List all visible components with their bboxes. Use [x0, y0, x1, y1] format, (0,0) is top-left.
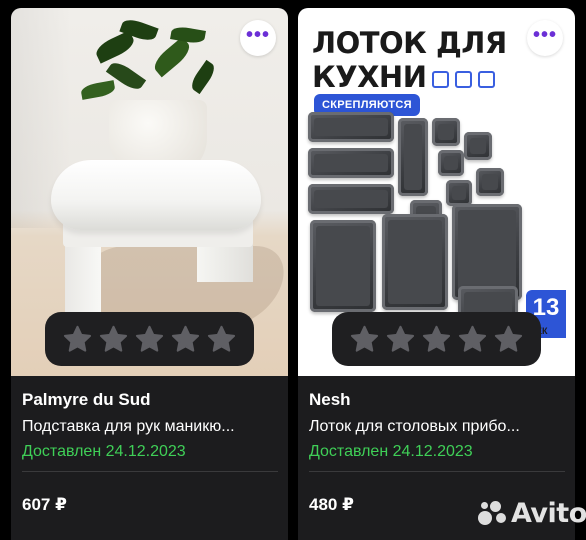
square-icon [478, 70, 496, 88]
star-icon[interactable] [98, 324, 129, 355]
delivery-status: Доставлен 24.12.2023 [309, 443, 473, 460]
star-icon[interactable] [385, 324, 416, 355]
more-dots-icon: ••• [532, 24, 557, 46]
tray [432, 118, 460, 146]
avito-wordmark: Avito [511, 498, 586, 529]
star-icon[interactable] [349, 324, 380, 355]
rating-stars[interactable] [332, 312, 541, 366]
tray [308, 112, 394, 142]
more-options-button[interactable]: ••• [240, 20, 276, 56]
plant-leaf [150, 36, 194, 78]
tray [446, 180, 472, 206]
star-icon[interactable] [206, 324, 237, 355]
more-dots-icon: ••• [245, 24, 270, 46]
star-icon[interactable] [134, 324, 165, 355]
promo-headline-line-2: КУХНИ [312, 60, 427, 94]
tray [308, 148, 394, 178]
seller-name[interactable]: Palmyre du Sud [22, 388, 278, 412]
star-icon[interactable] [170, 324, 201, 355]
listing-card-2[interactable]: ЛОТОК ДЛЯ КУХНИ СКРЕПЛЯЮТСЯ 13 ЕЕК ••• N… [298, 8, 575, 540]
more-options-button[interactable]: ••• [527, 20, 563, 56]
tray [398, 118, 428, 196]
star-icon[interactable] [457, 324, 488, 355]
bench-leg [65, 238, 101, 322]
delivery-status: Доставлен 24.12.2023 [22, 443, 186, 460]
star-icon[interactable] [62, 324, 93, 355]
seller-name[interactable]: Nesh [309, 388, 565, 412]
tray [476, 168, 504, 196]
promo-headline-line-1: ЛОТОК ДЛЯ [312, 26, 507, 60]
bench-cushion [51, 160, 261, 230]
square-icon [455, 70, 473, 88]
plant-leaf [80, 80, 116, 100]
rating-stars[interactable] [45, 312, 254, 366]
avito-watermark: Avito [478, 498, 586, 529]
tray [308, 184, 394, 214]
avito-logo-icon [478, 500, 508, 527]
plant-leaf [188, 59, 218, 95]
product-title[interactable]: Подставка для рук маникю... [22, 415, 278, 439]
listing-info: Palmyre du Sud Подставка для рук маникю.… [22, 388, 278, 517]
price: 607 ₽ [22, 495, 67, 514]
tray [464, 132, 492, 160]
square-icon [432, 70, 450, 88]
star-icon[interactable] [421, 324, 452, 355]
star-icon[interactable] [493, 324, 524, 355]
tray [438, 150, 464, 176]
product-title[interactable]: Лоток для столовых прибо... [309, 415, 565, 439]
divider [309, 471, 565, 472]
divider [22, 471, 278, 472]
listing-card-1[interactable]: ••• Palmyre du Sud Подставка для рук ман… [11, 8, 288, 540]
tray [310, 220, 376, 312]
promo-headline: ЛОТОК ДЛЯ КУХНИ [312, 26, 507, 94]
tray [382, 214, 448, 310]
